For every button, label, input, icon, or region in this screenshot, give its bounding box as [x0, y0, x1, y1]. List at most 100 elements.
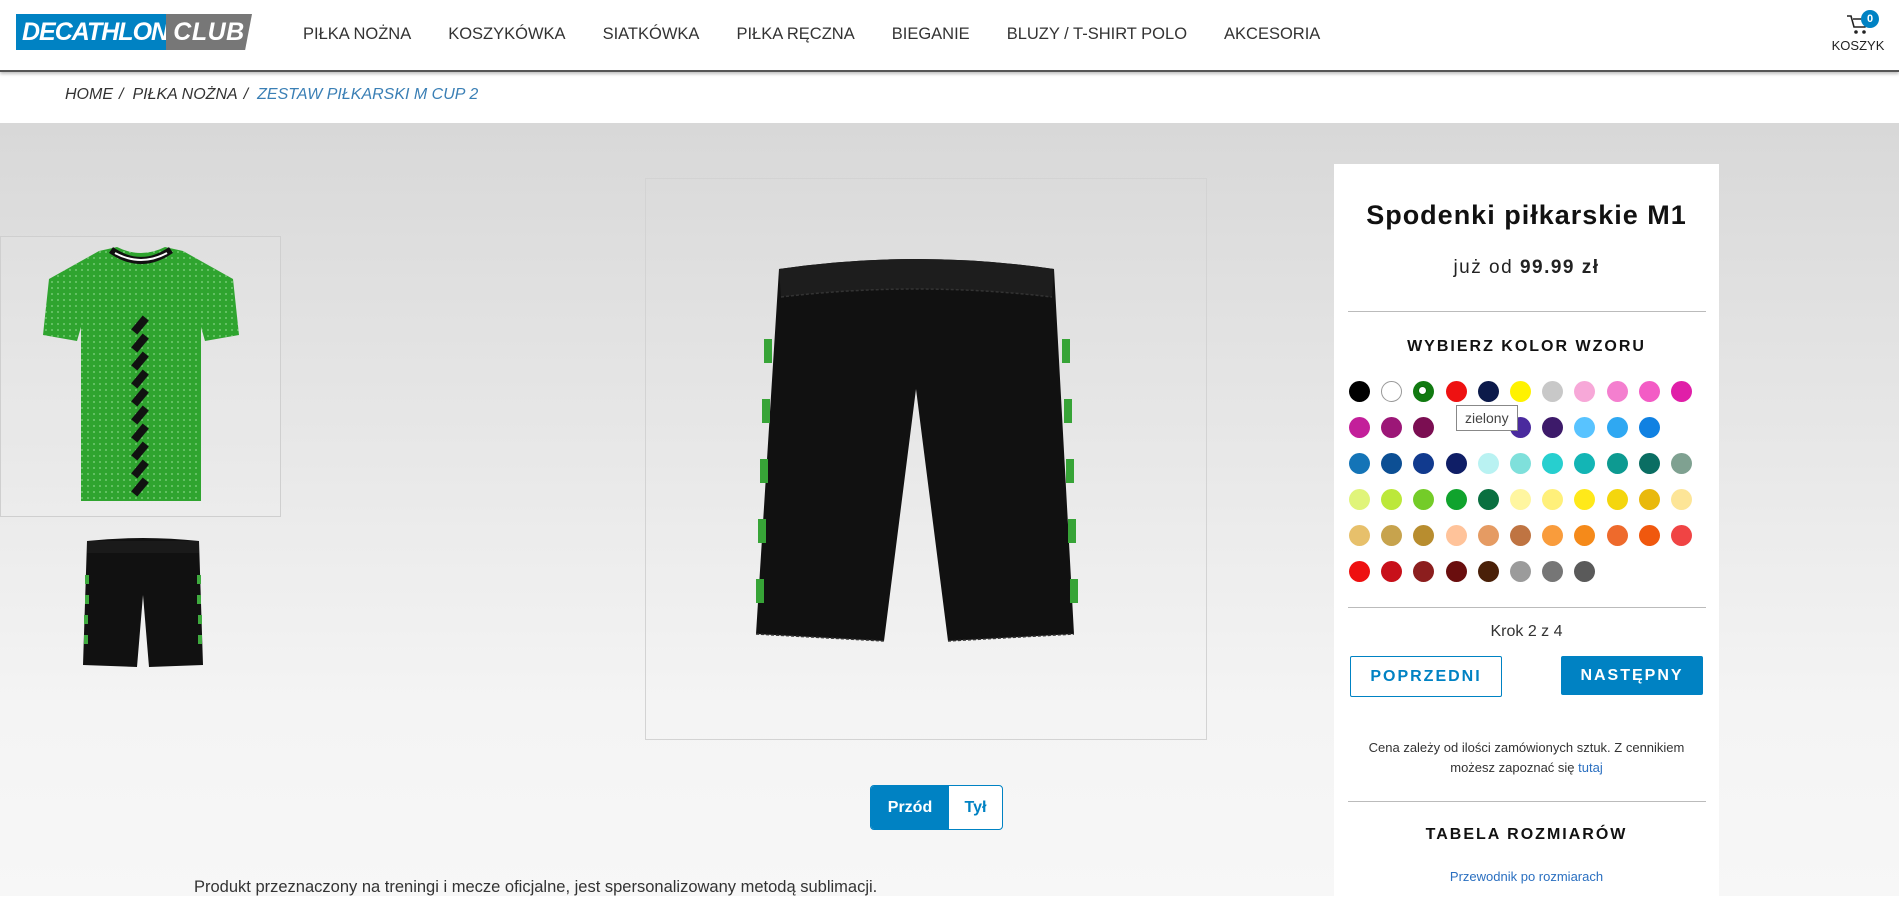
color-swatch[interactable]: [1606, 525, 1628, 546]
color-swatch[interactable]: [1477, 489, 1499, 510]
color-swatch[interactable]: [1477, 453, 1499, 474]
color-swatch[interactable]: [1445, 381, 1467, 402]
color-swatch[interactable]: [1413, 525, 1435, 546]
nav-item-koszykowka[interactable]: KOSZYKÓWKA: [448, 25, 565, 44]
color-swatch[interactable]: [1542, 489, 1564, 510]
color-swatch[interactable]: [1574, 453, 1596, 474]
color-swatch[interactable]: [1606, 381, 1628, 402]
price-prefix: już od: [1453, 257, 1514, 278]
step-indicator: Krok 2 z 4: [1490, 623, 1563, 640]
breadcrumb-separator: /: [243, 86, 249, 103]
color-swatch[interactable]: [1477, 381, 1499, 402]
shorts-image: [755, 259, 1078, 642]
jersey-image: [43, 247, 239, 501]
color-swatch[interactable]: [1510, 561, 1531, 582]
color-swatch[interactable]: [1381, 453, 1403, 474]
color-swatch[interactable]: [1413, 561, 1435, 582]
nav-item-bieganie[interactable]: BIEGANIE: [892, 25, 970, 44]
color-swatch[interactable]: [1542, 561, 1564, 582]
size-guide-link[interactable]: Przewodnik po rozmiarach: [1334, 869, 1719, 884]
color-swatch[interactable]: [1671, 453, 1692, 474]
color-swatch[interactable]: [1638, 381, 1660, 402]
nav-item-akcesoria[interactable]: AKCESORIA: [1224, 25, 1320, 44]
color-swatch[interactable]: [1574, 417, 1596, 438]
color-swatch[interactable]: [1413, 381, 1435, 402]
decathlon-club-logo[interactable]: DECATHLON CLUB: [16, 14, 252, 50]
thumbnail-jersey[interactable]: [0, 236, 281, 517]
price-value: 99.99 zł: [1519, 257, 1600, 278]
color-swatch[interactable]: [1671, 381, 1692, 402]
main-nav: PIŁKA NOŻNA KOSZYKÓWKA SIATKÓWKA PIŁKA R…: [303, 0, 1357, 68]
color-swatch[interactable]: [1349, 417, 1370, 438]
logo-club-text: CLUB: [166, 14, 252, 50]
color-swatch[interactable]: [1445, 489, 1467, 510]
color-swatch[interactable]: [1510, 489, 1531, 510]
color-swatch[interactable]: [1445, 525, 1467, 546]
color-swatch[interactable]: [1445, 561, 1467, 582]
color-heading: WYBIERZ KOLOR WZORU: [1407, 338, 1646, 355]
color-swatch[interactable]: [1638, 525, 1660, 546]
color-swatch[interactable]: [1510, 525, 1531, 546]
product-price: już od 99.99 zł: [1334, 257, 1719, 279]
color-swatch[interactable]: [1349, 381, 1370, 402]
logo-decathlon-text: DECATHLON: [16, 14, 169, 50]
breadcrumb-separator: /: [119, 86, 124, 103]
cart-count-badge: 0: [1861, 10, 1879, 28]
color-swatch[interactable]: [1349, 561, 1370, 582]
color-swatch[interactable]: [1574, 561, 1596, 582]
cart-label: KOSZYK: [1831, 38, 1885, 53]
color-swatch[interactable]: [1381, 489, 1403, 510]
previous-button[interactable]: POPRZEDNI: [1350, 656, 1502, 697]
color-swatch[interactable]: [1413, 489, 1435, 510]
cart-button[interactable]: 0 KOSZYK: [1828, 10, 1888, 60]
color-swatch[interactable]: [1445, 453, 1467, 474]
color-swatch[interactable]: [1671, 489, 1692, 510]
nav-item-pilka-reczna[interactable]: PIŁKA RĘCZNA: [736, 25, 854, 44]
site-header: DECATHLON CLUB PIŁKA NOŻNA KOSZYKÓWKA SI…: [0, 0, 1899, 72]
product-description: Produkt przeznaczony na treningi i mecze…: [194, 878, 878, 896]
view-front-button[interactable]: Przód: [871, 786, 949, 829]
color-swatch[interactable]: [1638, 417, 1660, 438]
color-swatch[interactable]: [1381, 525, 1403, 546]
color-swatch[interactable]: [1510, 381, 1531, 402]
price-note-text: Cena zależy od ilości zamówionych sztuk.…: [1368, 740, 1685, 775]
color-swatch[interactable]: [1638, 489, 1660, 510]
thumbnail-shorts[interactable]: [79, 535, 207, 673]
view-back-button[interactable]: Tył: [949, 786, 1002, 829]
color-swatch[interactable]: [1477, 525, 1499, 546]
nav-item-bluzy[interactable]: BLUZY / T-SHIRT POLO: [1007, 25, 1187, 44]
color-swatch[interactable]: [1413, 417, 1435, 438]
product-preview: [645, 178, 1207, 740]
color-swatch[interactable]: [1381, 417, 1403, 438]
price-list-link[interactable]: tutaj: [1578, 760, 1603, 775]
divider: [1348, 801, 1706, 802]
breadcrumb-category[interactable]: PIŁKA NOŻNA: [132, 86, 237, 104]
color-swatch[interactable]: [1542, 453, 1564, 474]
color-swatch[interactable]: [1413, 453, 1435, 474]
color-swatch[interactable]: [1477, 561, 1499, 582]
shorts-thumb-image: [83, 538, 203, 667]
color-swatch[interactable]: [1381, 381, 1403, 402]
color-swatch[interactable]: [1349, 453, 1370, 474]
color-swatch[interactable]: [1638, 453, 1660, 474]
color-swatch[interactable]: [1606, 417, 1628, 438]
divider: [1348, 311, 1706, 312]
color-swatch[interactable]: [1349, 525, 1370, 546]
color-swatch[interactable]: [1381, 561, 1403, 582]
nav-item-siatkowka[interactable]: SIATKÓWKA: [603, 25, 700, 44]
color-swatch[interactable]: [1542, 417, 1564, 438]
next-button[interactable]: NASTĘPNY: [1561, 656, 1703, 695]
color-swatch[interactable]: [1542, 525, 1564, 546]
breadcrumb-home[interactable]: HOME: [65, 86, 113, 104]
color-swatch[interactable]: [1606, 453, 1628, 474]
color-swatch[interactable]: [1606, 489, 1628, 510]
color-swatch[interactable]: [1510, 453, 1531, 474]
nav-item-pilka-nozna[interactable]: PIŁKA NOŻNA: [303, 25, 411, 44]
color-swatch[interactable]: [1671, 525, 1692, 546]
color-swatch[interactable]: [1349, 489, 1370, 510]
color-swatch[interactable]: [1574, 381, 1596, 402]
divider: [1348, 607, 1706, 608]
color-swatch[interactable]: [1542, 381, 1564, 402]
color-swatch[interactable]: [1574, 489, 1596, 510]
color-swatch[interactable]: [1574, 525, 1596, 546]
